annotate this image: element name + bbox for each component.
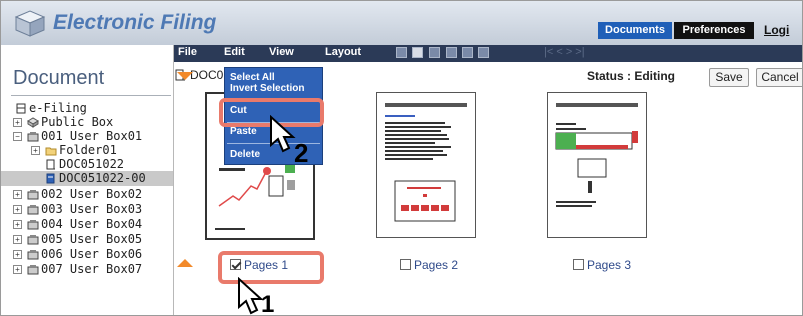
menu-item-delete[interactable]: Delete xyxy=(230,149,260,160)
page-3-checkbox[interactable] xyxy=(573,259,584,270)
print-toolbar-icon[interactable] xyxy=(429,47,440,58)
menu-item-paste[interactable]: Paste xyxy=(230,126,257,137)
tree-item-user-box-02[interactable]: + 002 User Box02 xyxy=(1,187,173,202)
tree-item-folder01[interactable]: + Folder01 xyxy=(1,143,173,158)
tab-preferences[interactable]: Preferences xyxy=(674,22,754,39)
move-up-arrow-icon[interactable] xyxy=(177,72,193,80)
app-title: Electronic Filing xyxy=(53,11,217,34)
tree-item-user-box-03[interactable]: + 003 User Box03 xyxy=(1,202,173,217)
step-2-callout: 2 xyxy=(294,138,309,168)
page-3-label[interactable]: Pages 3 xyxy=(587,258,631,272)
expand-icon[interactable]: + xyxy=(13,220,22,229)
document-icon xyxy=(46,159,55,170)
userbox-icon xyxy=(27,235,39,245)
tab-documents[interactable]: Documents xyxy=(598,22,672,39)
page-2-label[interactable]: Pages 2 xyxy=(414,258,458,272)
userbox-icon xyxy=(27,132,39,142)
expand-icon[interactable]: + xyxy=(13,118,22,127)
tree-item-e-filing[interactable]: e-Filing xyxy=(1,101,173,116)
document-name: DOC0 xyxy=(190,68,224,82)
tree-item-doc051022-00-selected[interactable]: DOC051022-00 xyxy=(1,171,173,186)
menu-bar: File Edit View Layout |< < > >| xyxy=(174,45,802,62)
menu-view[interactable]: View xyxy=(269,46,294,58)
save-button[interactable]: Save xyxy=(709,68,749,87)
paste-toolbar-icon[interactable] xyxy=(478,47,489,58)
userbox-icon xyxy=(27,205,39,215)
expand-icon[interactable]: + xyxy=(13,265,22,274)
expand-icon[interactable]: + xyxy=(13,190,22,199)
page-2-preview xyxy=(385,103,467,222)
tree-item-user-box-06[interactable]: + 006 User Box06 xyxy=(1,247,173,262)
userbox-icon xyxy=(27,250,39,260)
save-toolbar-icon[interactable] xyxy=(412,47,423,58)
page-3-preview xyxy=(555,103,638,207)
document-icon xyxy=(46,173,55,184)
cabinet-icon xyxy=(16,103,26,114)
sidebar-divider xyxy=(11,95,171,96)
page-navigation[interactable]: |< < > >| xyxy=(544,46,585,58)
e-filing-logo-icon xyxy=(14,10,46,37)
step-1-callout: 1 xyxy=(261,291,275,316)
page-thumbnail-3[interactable] xyxy=(547,92,647,238)
page-thumbnail-2[interactable] xyxy=(376,92,476,238)
collapse-icon[interactable]: − xyxy=(13,132,22,141)
box-icon xyxy=(27,117,39,128)
e-filing-window: Electronic Filing Documents Preferences … xyxy=(0,0,803,316)
expand-icon[interactable]: + xyxy=(13,250,22,259)
tree-item-public-box[interactable]: + Public Box xyxy=(1,115,173,130)
userbox-icon xyxy=(27,265,39,275)
userbox-icon xyxy=(27,220,39,230)
expand-icon[interactable]: + xyxy=(13,205,22,214)
status-text: Status : Editing xyxy=(587,69,675,83)
menu-file[interactable]: File xyxy=(178,46,197,58)
menu-edit[interactable]: Edit xyxy=(224,46,245,58)
expand-icon[interactable]: + xyxy=(31,146,40,155)
menu-item-select-all[interactable]: Select All xyxy=(230,72,275,83)
sidebar-title: Document xyxy=(13,67,105,89)
tree-item-user-box-04[interactable]: + 004 User Box04 xyxy=(1,217,173,232)
menu-item-invert-selection[interactable]: Invert Selection xyxy=(230,83,304,94)
sidebar: Document e-Filing + Public Box − 001 Use… xyxy=(1,45,174,315)
folder-icon xyxy=(45,147,57,156)
tree-item-user-box-01[interactable]: − 001 User Box01 xyxy=(1,129,173,144)
tree-item-user-box-07[interactable]: + 007 User Box07 xyxy=(1,262,173,277)
image-toolbar-icon[interactable] xyxy=(396,47,407,58)
cancel-button[interactable]: Cancel xyxy=(756,68,802,87)
expand-icon[interactable]: + xyxy=(13,235,22,244)
move-down-arrow-icon[interactable] xyxy=(177,259,193,267)
header-bar: Electronic Filing Documents Preferences … xyxy=(1,1,802,45)
logout-link[interactable]: Logi xyxy=(764,23,789,37)
page-1-highlight-box xyxy=(218,251,324,284)
tree-item-doc051022[interactable]: DOC051022 xyxy=(1,157,173,172)
tree-item-user-box-05[interactable]: + 005 User Box05 xyxy=(1,232,173,247)
userbox-icon xyxy=(27,190,39,200)
cut-toolbar-icon[interactable] xyxy=(446,47,457,58)
copy-toolbar-icon[interactable] xyxy=(462,47,473,58)
page-2-checkbox[interactable] xyxy=(400,259,411,270)
menu-layout[interactable]: Layout xyxy=(325,46,361,58)
